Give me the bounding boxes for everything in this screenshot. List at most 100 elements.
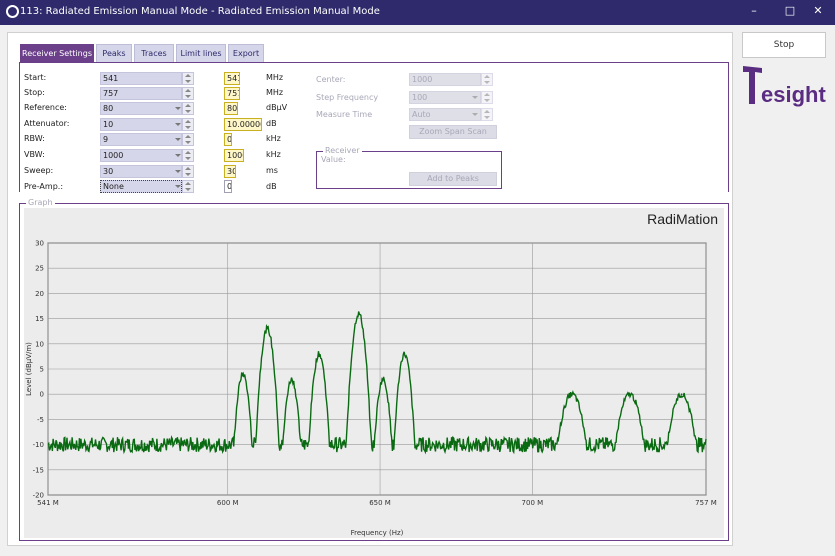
peak-point	[403, 353, 406, 355]
receiver-value-label: Value:	[321, 155, 346, 164]
start-spinner[interactable]	[182, 72, 194, 85]
sweep-unit: ms	[266, 166, 278, 175]
spectrum-chart[interactable]: RadiMation 302520151050-5-10-15-20 541 M…	[20, 204, 728, 540]
x-tick-label: 600 M	[217, 499, 239, 507]
chevron-down-icon	[472, 113, 478, 116]
attenuator-unit: dB	[266, 119, 277, 128]
center-input[interactable]: 1000	[409, 73, 481, 86]
tab-export[interactable]: Export	[228, 44, 264, 62]
chevron-down-icon	[175, 138, 181, 141]
y-axis-label: Level (dBµV/m)	[25, 342, 33, 396]
measure-time-select[interactable]: Auto	[409, 108, 481, 121]
graph-group: Graph RadiMation 30 25 20 15 10 5 0 -5 -10 -15 -20…	[19, 198, 729, 541]
minimize-button[interactable]: –	[744, 4, 764, 17]
radimation-brand: RadiMation	[647, 211, 718, 227]
step-frequency-select[interactable]: 100	[409, 91, 481, 104]
preamp-select[interactable]: None	[100, 180, 182, 193]
stop-edit[interactable]: 757	[224, 87, 240, 100]
peak-point	[357, 312, 360, 315]
y-tick-label: 0	[40, 391, 44, 399]
preamp-label: Pre-Amp.:	[24, 182, 64, 191]
attenuator-select[interactable]: 10	[100, 118, 182, 131]
start-unit: MHz	[266, 73, 284, 82]
stop-unit: MHz	[266, 88, 284, 97]
sweep-select[interactable]: 30	[100, 165, 182, 178]
peak-point	[318, 353, 320, 355]
attenuator-label: Attenuator:	[24, 119, 70, 128]
maximize-button[interactable]: □	[780, 4, 800, 17]
tab-peaks[interactable]: Peaks	[96, 44, 132, 62]
x-tick-label: 757 M	[695, 499, 717, 507]
close-button[interactable]: ✕	[808, 4, 828, 17]
measure-time-spinner[interactable]	[481, 108, 493, 121]
y-tick-label: -15	[33, 466, 44, 474]
rbw-unit: kHz	[266, 134, 281, 143]
y-tick-label: 5	[40, 366, 44, 374]
receiver-settings-panel: Start: 541 541 MHz Stop: 757 757 MHz Ref…	[19, 62, 729, 193]
rbw-spinner[interactable]	[182, 133, 194, 146]
y-tick-label: 30	[35, 240, 44, 248]
reference-unit: dBµV	[266, 103, 288, 112]
x-axis-label: Frequency (Hz)	[351, 529, 404, 537]
rbw-select[interactable]: 9	[100, 133, 182, 146]
peak-point	[290, 378, 293, 380]
rbw-edit[interactable]: 0	[224, 133, 232, 146]
tab-traces[interactable]: Traces	[134, 44, 174, 62]
peak-point	[242, 373, 244, 375]
y-tick-label: 10	[35, 340, 44, 348]
peak-point	[629, 393, 631, 395]
receiver-group-title: Receiver	[323, 146, 362, 155]
chevron-down-icon	[175, 123, 181, 126]
start-edit[interactable]: 541	[224, 72, 240, 85]
x-tick-label: 650 M	[369, 499, 391, 507]
reference-label: Reference:	[24, 103, 67, 112]
start-input[interactable]: 541	[100, 72, 182, 85]
x-tick-label: 541 M	[37, 499, 59, 507]
preamp-edit[interactable]: 0	[224, 180, 232, 193]
receiver-group: Receiver Value: Add to Peaks	[316, 146, 502, 189]
chevron-down-icon	[175, 107, 181, 110]
tesight-logo-mark: esight	[743, 66, 826, 107]
vbw-edit[interactable]: 1000	[224, 149, 244, 162]
preamp-spinner[interactable]	[182, 180, 194, 193]
window-title: 113: Radiated Emission Manual Mode - Rad…	[20, 6, 380, 17]
measure-time-label: Measure Time	[316, 110, 373, 119]
chevron-down-icon	[175, 185, 181, 188]
reference-select[interactable]: 80	[100, 102, 182, 115]
sweep-label: Sweep:	[24, 166, 54, 175]
zoom-span-scan-button[interactable]: Zoom Span Scan	[409, 125, 497, 139]
app-icon	[6, 5, 19, 18]
attenuator-edit[interactable]: 10.000000	[224, 118, 262, 131]
vbw-select[interactable]: 1000	[100, 149, 182, 162]
stop-label: Stop:	[24, 88, 45, 97]
y-tick-label: 20	[35, 290, 44, 298]
peak-point	[266, 327, 269, 330]
reference-edit[interactable]: 80	[224, 102, 238, 115]
add-to-peaks-button[interactable]: Add to Peaks	[409, 172, 497, 186]
center-label: Center:	[316, 75, 346, 84]
attenuator-spinner[interactable]	[182, 118, 194, 131]
stop-button[interactable]: Stop	[742, 32, 826, 58]
y-tick-label: 25	[35, 265, 44, 273]
peak-point	[571, 393, 573, 395]
sweep-spinner[interactable]	[182, 165, 194, 178]
tab-limit-lines[interactable]: Limit lines	[176, 44, 226, 62]
chevron-down-icon	[472, 96, 478, 99]
logo-text: esight	[761, 82, 826, 107]
rbw-label: RBW:	[24, 134, 45, 143]
vbw-spinner[interactable]	[182, 149, 194, 162]
chevron-down-icon	[175, 154, 181, 157]
chevron-down-icon	[175, 170, 181, 173]
y-tick-label: -5	[37, 416, 44, 424]
stop-input[interactable]: 757	[100, 87, 182, 100]
tab-receiver-settings[interactable]: Receiver Settings	[20, 44, 94, 62]
stop-spinner[interactable]	[182, 87, 194, 100]
reference-spinner[interactable]	[182, 102, 194, 115]
vbw-label: VBW:	[24, 150, 45, 159]
title-bar: 113: Radiated Emission Manual Mode - Rad…	[0, 0, 835, 25]
x-tick-label: 700 M	[522, 499, 544, 507]
tesight-logo: esight	[740, 62, 830, 110]
sweep-edit[interactable]: 30	[224, 165, 236, 178]
step-frequency-spinner[interactable]	[481, 91, 493, 104]
center-spinner[interactable]	[481, 73, 493, 86]
